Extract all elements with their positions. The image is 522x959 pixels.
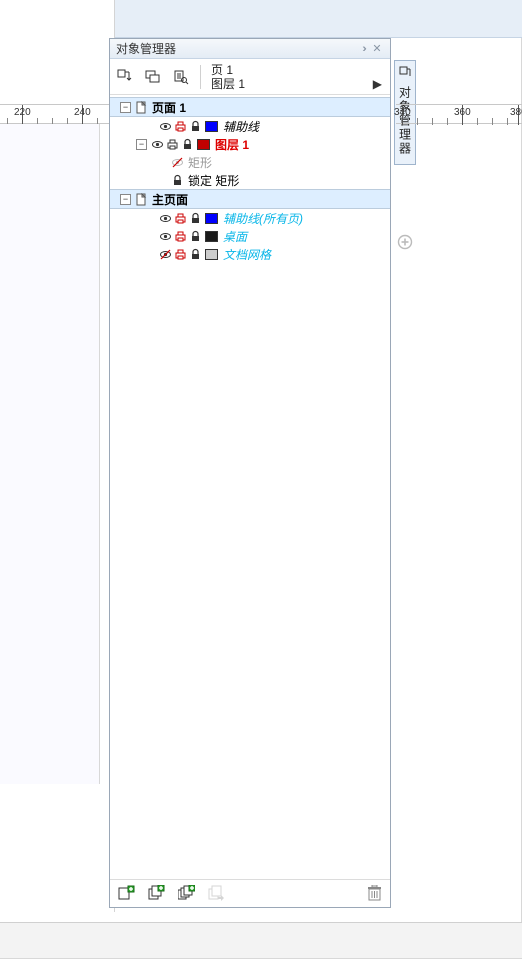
tree-page1-guides[interactable]: 辅助线: [110, 117, 390, 135]
lock-icon[interactable]: [188, 229, 202, 243]
color-swatch[interactable]: [205, 121, 218, 132]
new-master-layer-all-button[interactable]: [176, 884, 196, 904]
object-tree[interactable]: − 页面 1 辅助线 − 图层 1: [110, 97, 390, 877]
lock-icon[interactable]: [188, 211, 202, 225]
collapse-toggle-icon[interactable]: −: [120, 102, 131, 113]
dropdown-triangle-icon[interactable]: ▶: [373, 77, 382, 91]
color-swatch[interactable]: [205, 213, 218, 224]
tree-label: 文档网格: [223, 246, 271, 263]
tree-label: 辅助线(所有页): [223, 210, 303, 227]
tree-master-desktop[interactable]: 桌面: [110, 227, 390, 245]
tree-rect-locked[interactable]: 锁定 矩形: [110, 171, 390, 189]
app-frame: 220 240 对象管理器 ›› ✕ 页 1 图层 1 ▶: [0, 0, 522, 959]
tool-object-props-icon[interactable]: [170, 66, 192, 88]
eye-icon[interactable]: [158, 211, 172, 225]
eye-hidden-icon[interactable]: [158, 247, 172, 261]
ruler-tick-label: 380: [510, 107, 522, 118]
tool-layer-options-icon[interactable]: [114, 66, 136, 88]
tree-rect-hidden[interactable]: 矩形: [110, 153, 390, 171]
printer-icon[interactable]: [173, 119, 187, 133]
printer-icon[interactable]: [173, 211, 187, 225]
printer-icon[interactable]: [173, 247, 187, 261]
collapse-icon[interactable]: ››: [356, 39, 370, 59]
page-layer-indicator[interactable]: 页 1 图层 1 ▶: [209, 63, 386, 91]
collapse-toggle-icon[interactable]: −: [136, 139, 147, 150]
eye-icon[interactable]: [150, 137, 164, 151]
panel-title-text: 对象管理器: [116, 39, 176, 59]
lock-icon[interactable]: [170, 173, 184, 187]
ruler-tick-label: 220: [14, 107, 31, 118]
tree-label: 桌面: [223, 228, 247, 245]
lock-icon[interactable]: [188, 119, 202, 133]
object-manager-panel: 对象管理器 ›› ✕ 页 1 图层 1 ▶: [109, 38, 391, 908]
printer-icon[interactable]: [173, 229, 187, 243]
workarea[interactable]: [0, 124, 100, 784]
color-swatch[interactable]: [205, 231, 218, 242]
eye-hidden-icon[interactable]: [170, 155, 184, 169]
panel-titlebar[interactable]: 对象管理器 ›› ✕: [110, 39, 390, 59]
tree-master-guides[interactable]: 辅助线(所有页): [110, 209, 390, 227]
tree-label: 主页面: [152, 191, 188, 208]
color-swatch[interactable]: [205, 249, 218, 260]
eye-icon[interactable]: [158, 119, 172, 133]
ruler-tick-label: 340: [394, 107, 411, 118]
tree-label: 辅助线: [223, 118, 259, 135]
page-icon: [134, 192, 148, 206]
lock-icon[interactable]: [180, 137, 194, 151]
lock-icon[interactable]: [188, 247, 202, 261]
new-master-layer-button[interactable]: [146, 884, 166, 904]
printer-enabled-icon[interactable]: [165, 137, 179, 151]
close-icon[interactable]: ✕: [370, 39, 384, 59]
move-to-layer-button: [206, 884, 226, 904]
eye-icon[interactable]: [158, 229, 172, 243]
horizontal-ruler-right: 340 360 380: [396, 104, 522, 124]
tree-page1-layer1[interactable]: − 图层 1: [110, 135, 390, 153]
tool-layer-manager-icon[interactable]: [142, 66, 164, 88]
status-bar: [0, 922, 522, 958]
dock-tab-icon: [398, 65, 412, 82]
delete-button[interactable]: [364, 884, 384, 904]
color-swatch[interactable]: [197, 139, 210, 150]
tree-master-docgrid[interactable]: 文档网格: [110, 245, 390, 263]
tree-label: 图层 1: [215, 136, 249, 153]
panel-toolbar: 页 1 图层 1 ▶: [110, 59, 390, 95]
current-page-label: 页 1: [211, 63, 386, 77]
tree-page-1[interactable]: − 页面 1: [110, 97, 390, 117]
tree-label: 矩形: [188, 154, 212, 171]
new-layer-button[interactable]: [116, 884, 136, 904]
tree-master-page[interactable]: − 主页面: [110, 189, 390, 209]
add-tab-button[interactable]: [397, 234, 413, 250]
horizontal-ruler: 220 240: [0, 104, 115, 124]
collapse-toggle-icon[interactable]: −: [120, 194, 131, 205]
ruler-tick-label: 240: [74, 107, 91, 118]
tree-label: 锁定 矩形: [188, 172, 239, 189]
panel-footer: [110, 879, 390, 907]
tree-label: 页面 1: [152, 99, 186, 116]
page-icon: [134, 100, 148, 114]
ruler-tick-label: 360: [454, 107, 471, 118]
current-layer-label: 图层 1: [211, 77, 245, 91]
